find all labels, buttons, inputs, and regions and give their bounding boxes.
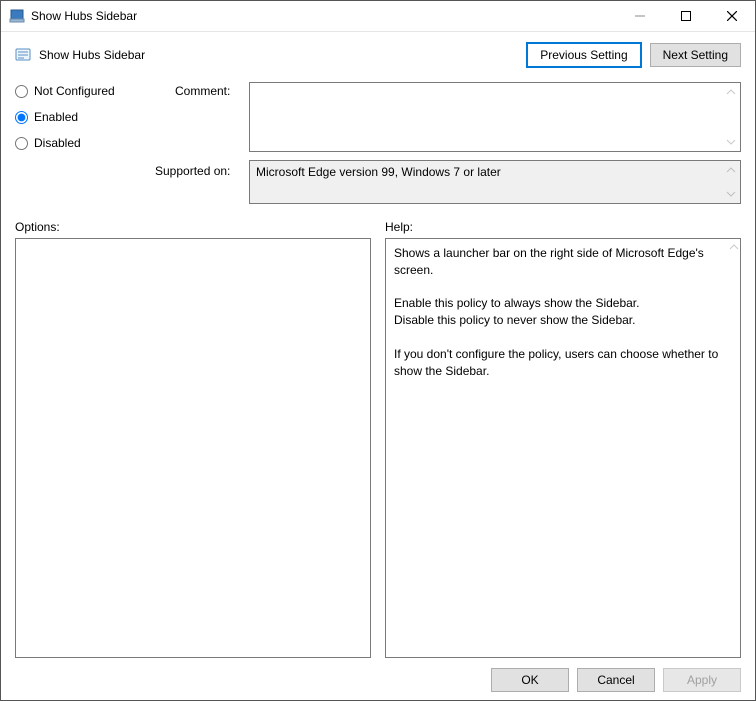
radio-enabled-label: Enabled bbox=[34, 110, 78, 124]
settings-grid: Not Configured Enabled Disabled Comment: bbox=[15, 82, 741, 204]
dialog-content: Show Hubs Sidebar Previous Setting Next … bbox=[1, 32, 755, 700]
cancel-button[interactable]: Cancel bbox=[577, 668, 655, 692]
radio-disabled[interactable]: Disabled bbox=[15, 136, 175, 150]
window-title: Show Hubs Sidebar bbox=[31, 9, 137, 23]
options-panel bbox=[15, 238, 371, 658]
help-wrap: Shows a launcher bar on the right side o… bbox=[385, 238, 741, 658]
lower-section: Options: Help: Shows a launcher bar on t… bbox=[15, 220, 741, 658]
ok-button[interactable]: OK bbox=[491, 668, 569, 692]
supported-scroll bbox=[723, 162, 739, 202]
app-icon bbox=[9, 8, 25, 24]
radio-disabled-label: Disabled bbox=[34, 136, 81, 150]
titlebar: Show Hubs Sidebar bbox=[1, 1, 755, 32]
next-setting-button[interactable]: Next Setting bbox=[650, 43, 741, 67]
policy-icon bbox=[15, 47, 31, 63]
help-label: Help: bbox=[385, 220, 741, 234]
radio-not-configured[interactable]: Not Configured bbox=[15, 84, 175, 98]
radio-not-configured-input[interactable] bbox=[15, 85, 28, 98]
dialog-footer: OK Cancel Apply bbox=[15, 658, 741, 692]
comment-label: Comment: bbox=[175, 82, 249, 98]
radio-enabled-input[interactable] bbox=[15, 111, 28, 124]
radio-enabled[interactable]: Enabled bbox=[15, 110, 175, 124]
supported-on-label: Supported on: bbox=[155, 158, 249, 178]
policy-header: Show Hubs Sidebar Previous Setting Next … bbox=[15, 42, 741, 68]
radio-not-configured-label: Not Configured bbox=[34, 84, 115, 98]
previous-setting-button[interactable]: Previous Setting bbox=[526, 42, 641, 68]
dialog-window: Show Hubs Sidebar Show Hubs Sidebar bbox=[0, 0, 756, 701]
comment-scroll bbox=[723, 84, 739, 150]
comment-textbox[interactable] bbox=[249, 82, 741, 152]
radio-disabled-input[interactable] bbox=[15, 137, 28, 150]
minimize-button[interactable] bbox=[617, 1, 663, 31]
supported-on-value: Microsoft Edge version 99, Windows 7 or … bbox=[256, 165, 501, 179]
policy-name: Show Hubs Sidebar bbox=[39, 48, 145, 62]
close-button[interactable] bbox=[709, 1, 755, 31]
apply-button: Apply bbox=[663, 668, 741, 692]
state-radio-group: Not Configured Enabled Disabled bbox=[15, 82, 175, 150]
maximize-button[interactable] bbox=[663, 1, 709, 31]
help-textbox: Shows a launcher bar on the right side o… bbox=[385, 238, 741, 658]
help-scroll-up-icon bbox=[725, 238, 742, 255]
options-label: Options: bbox=[15, 220, 371, 234]
supported-on-textbox: Microsoft Edge version 99, Windows 7 or … bbox=[249, 160, 741, 204]
